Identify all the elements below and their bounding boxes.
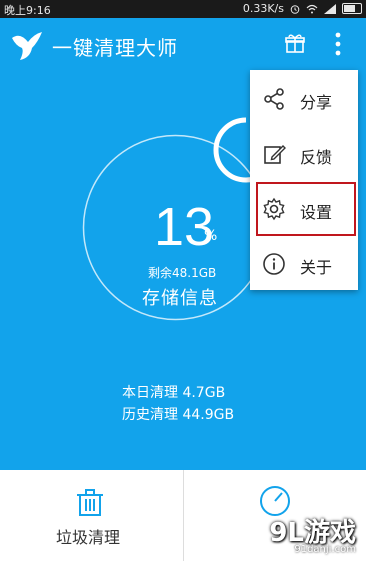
today-cleanup: 本日清理 4.7GB	[122, 385, 226, 401]
share-icon	[264, 88, 284, 110]
watermark: 9L游戏 91danji.com	[244, 498, 366, 561]
bird-logo-icon	[12, 32, 42, 60]
menu-item-share[interactable]: 分享	[250, 72, 358, 126]
edit-icon	[264, 145, 286, 164]
app-title: 一键清理大师	[52, 36, 178, 60]
menu-label-feedback: 反馈	[300, 148, 333, 167]
status-time: 晚上9:16	[4, 4, 51, 17]
menu-item-feedback[interactable]: 反馈	[250, 127, 358, 181]
storage-percent-unit: %	[204, 228, 218, 244]
junk-clean-button[interactable]: 垃圾清理	[0, 470, 183, 561]
info-icon	[263, 253, 285, 275]
trash-icon	[77, 489, 103, 516]
history-cleanup: 历史清理 44.9GB	[122, 407, 235, 423]
app-bar: 一键清理大师	[0, 18, 366, 74]
gift-icon[interactable]	[284, 32, 306, 54]
junk-clean-label: 垃圾清理	[56, 528, 121, 547]
storage-percent: 13	[154, 197, 215, 257]
menu-label-share: 分享	[300, 93, 333, 112]
cleanup-stats: 本日清理 4.7GB 历史清理 44.9GB	[122, 382, 234, 426]
overflow-menu: 分享 反馈 设置 关于	[250, 70, 358, 290]
status-right: 0.33K/s	[243, 2, 362, 15]
alarm-icon	[290, 4, 300, 14]
settings-highlight-box	[256, 182, 356, 236]
wifi-icon	[306, 4, 318, 13]
watermark-url: 91danji.com	[294, 544, 356, 555]
menu-item-about[interactable]: 关于	[250, 237, 358, 291]
network-speed: 0.33K/s	[242, 2, 284, 15]
more-vertical-icon[interactable]	[330, 30, 346, 58]
storage-remaining: 剩余48.1GB	[148, 266, 217, 280]
signal-icon	[324, 3, 336, 14]
battery-icon	[342, 3, 362, 14]
menu-label-about: 关于	[300, 258, 333, 277]
storage-info-label[interactable]: 存储信息	[142, 284, 218, 310]
status-bar: 晚上9:16 0.33K/s	[0, 0, 366, 18]
